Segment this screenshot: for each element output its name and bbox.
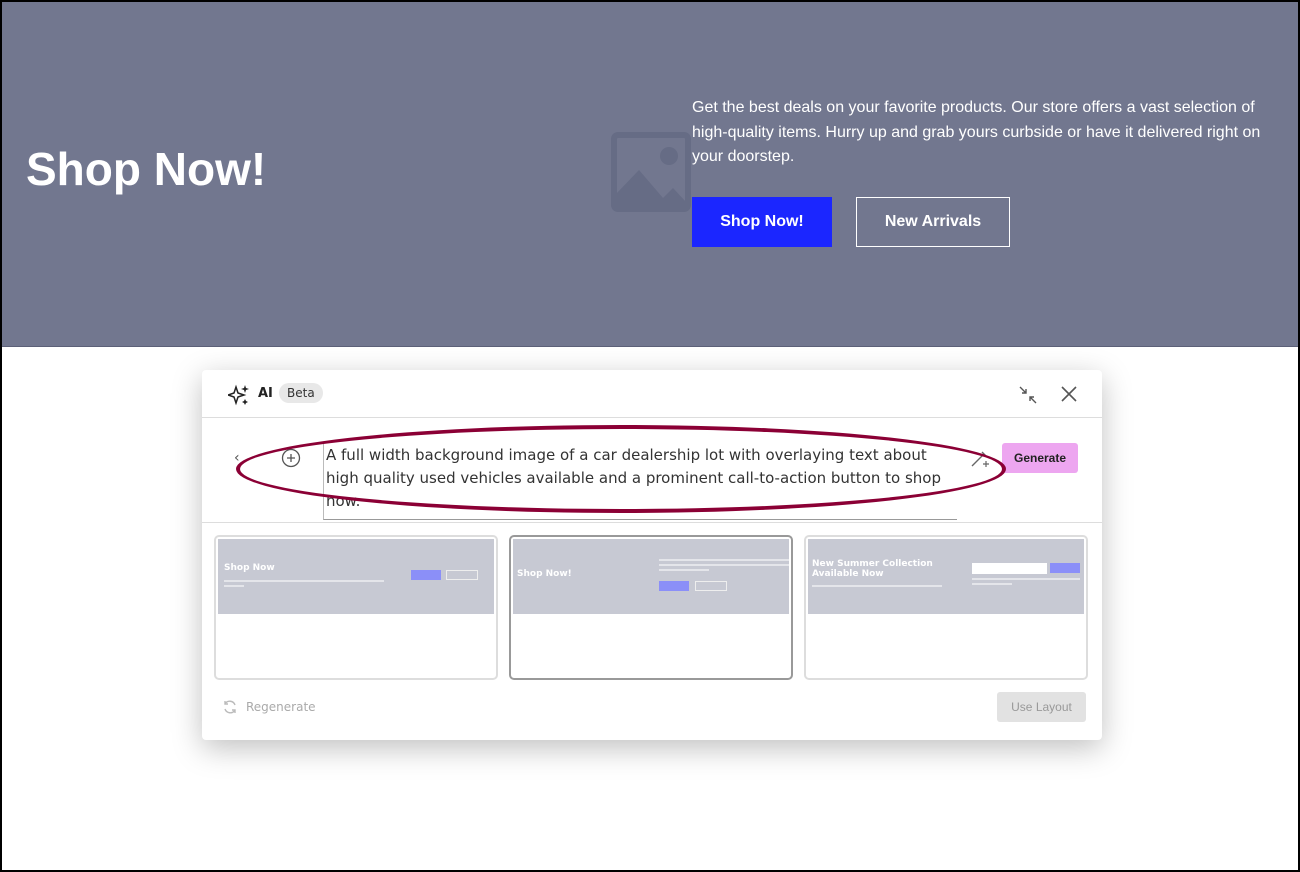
layout-card[interactable]: Shop Now [214, 535, 498, 680]
dialog-title: AI [258, 386, 273, 401]
hero-description: Get the best deals on your favorite prod… [692, 99, 1261, 165]
chevron-left-icon[interactable]: ‹ [234, 450, 240, 466]
ai-layout-dialog: AI Beta ‹ A full width background image … [202, 370, 1102, 740]
new-arrivals-button[interactable]: New Arrivals [856, 197, 1010, 247]
refresh-icon [224, 700, 236, 714]
layout-title: Shop Now! [517, 569, 572, 579]
collapse-icon[interactable] [1018, 385, 1038, 405]
regenerate-button[interactable]: Regenerate [222, 699, 316, 715]
regenerate-label: Regenerate [246, 700, 316, 714]
prompt-area: ‹ A full width background image of a car… [202, 418, 1102, 523]
magic-wand-icon[interactable] [970, 448, 990, 468]
layout-card[interactable]: New Summer Collection Available Now [804, 535, 1088, 680]
layout-options: Shop Now Shop Now! New Summer Collection… [214, 535, 1088, 680]
dialog-header: AI Beta [202, 370, 1102, 418]
layout-title: Shop Now [224, 563, 275, 573]
layout-preview: New Summer Collection Available Now [808, 539, 1084, 614]
hero-title: Shop Now! [26, 143, 267, 195]
hero-section: Shop Now! Get the best deals on your fav… [0, 0, 1300, 347]
prompt-input[interactable]: A full width background image of a car d… [323, 444, 957, 520]
image-placeholder-icon [611, 132, 691, 212]
shop-now-button[interactable]: Shop Now! [692, 197, 832, 247]
sparkle-icon [228, 384, 249, 406]
use-layout-button[interactable]: Use Layout [997, 692, 1086, 722]
close-icon[interactable] [1060, 385, 1078, 403]
layout-card-selected[interactable]: Shop Now! [509, 535, 793, 680]
layout-preview: Shop Now [218, 539, 494, 614]
layout-title: New Summer Collection Available Now [812, 559, 933, 579]
beta-badge: Beta [279, 383, 323, 403]
generate-button[interactable]: Generate [1002, 443, 1078, 473]
add-circle-icon[interactable] [281, 448, 301, 468]
layout-preview: Shop Now! [513, 539, 789, 614]
